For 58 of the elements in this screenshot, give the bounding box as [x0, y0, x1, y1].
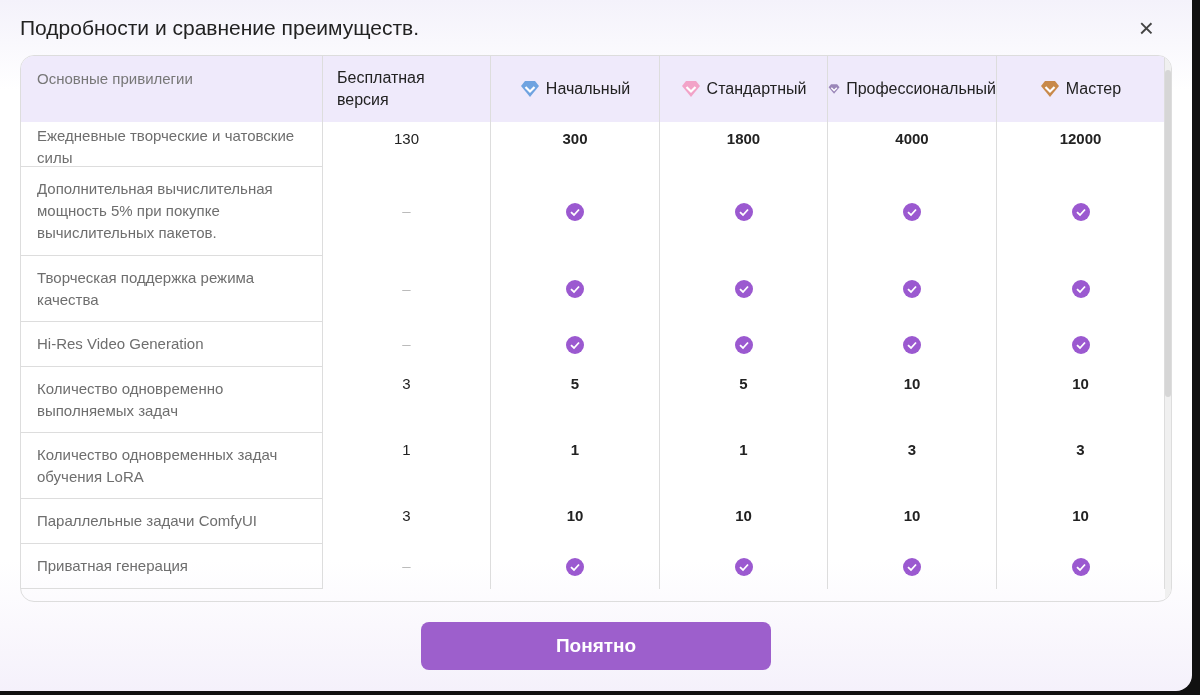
table-cell-text: 5: [739, 374, 748, 394]
table-cell-text: 300: [562, 129, 588, 149]
check-icon: [1071, 202, 1090, 221]
table-cell-text: 3: [402, 374, 411, 394]
table-cell-text: 1: [402, 440, 411, 460]
check-icon: [566, 280, 584, 298]
plan-name: Профессиональный: [846, 79, 996, 99]
table-cell-text: –: [402, 556, 411, 577]
table-cell-text: –: [402, 201, 411, 222]
table-cell-text: 1800: [726, 129, 761, 149]
table-cell-text: 10: [735, 506, 752, 526]
table-cell-text: 12000: [1059, 129, 1102, 149]
table-cell-text: 3: [907, 440, 917, 460]
check-icon: [566, 557, 584, 576]
check-icon: [903, 202, 921, 221]
table-cell-text: 10: [903, 374, 921, 394]
ok-button[interactable]: Понятно: [421, 622, 771, 670]
row-label: Дополнительная вычислительная мощность 5% при покупке вычислительных пакетов.: [21, 167, 323, 256]
row-label: Параллельные задачи ComfyUI: [21, 499, 323, 544]
table-cell-text: 10: [566, 506, 584, 526]
plan-name: Начальный: [545, 79, 631, 99]
check-icon: [566, 202, 584, 221]
table-cell-text: 3: [1076, 440, 1085, 460]
check-icon: [734, 280, 753, 298]
check-icon: [1071, 280, 1090, 298]
table-cell-text: 10: [903, 506, 921, 526]
table-cell-text: 4000: [895, 129, 929, 149]
check-icon: [903, 280, 921, 298]
table-cell-text: 3: [402, 506, 411, 526]
check-icon: [734, 557, 753, 576]
row-label: Творческая поддержка режима качества: [21, 256, 323, 322]
column-header: Основные привилегии: [37, 69, 193, 89]
check-icon: [1071, 335, 1090, 354]
table-cell-text: 130: [394, 129, 419, 149]
check-icon: [734, 335, 753, 354]
row-label: Приватная генерация: [21, 544, 323, 589]
table-cell-text: 10: [1072, 506, 1089, 526]
check-icon: [566, 335, 584, 354]
table-cell-text: –: [402, 334, 411, 355]
dialog-title: Подробности и сравнение преимуществ.: [20, 15, 420, 42]
table-cell-text: 1: [570, 440, 580, 460]
row-label: Количество одновременных задач обучения LoRA: [21, 433, 323, 499]
check-icon: [1071, 557, 1090, 576]
row-label: Количество одновременно выполняемых задач: [21, 367, 323, 433]
plan-name: Бесплатная версия: [337, 68, 426, 110]
close-button[interactable]: ×: [1138, 15, 1172, 41]
row-label: Hi-Res Video Generation: [21, 322, 323, 367]
check-icon: [903, 557, 921, 576]
check-icon: [903, 335, 921, 354]
table-cell-text: 1: [739, 440, 748, 460]
row-label: Ежедневные творческие и чатовские силы: [21, 122, 323, 167]
check-icon: [734, 202, 753, 221]
plan-name: Стандартный: [706, 79, 807, 99]
plan-name: Мастер: [1065, 79, 1122, 99]
table-cell-text: 5: [570, 374, 580, 394]
table-cell-text: 10: [1072, 374, 1089, 394]
table-cell-text: –: [402, 278, 411, 299]
scrollbar[interactable]: [1165, 56, 1171, 601]
